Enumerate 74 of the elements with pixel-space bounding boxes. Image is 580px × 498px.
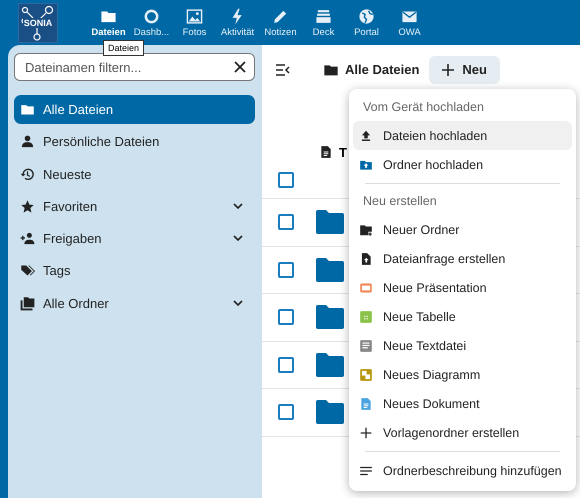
app-tab[interactable]: OWA	[388, 8, 431, 38]
breadcrumb[interactable]: Alle Dateien	[345, 62, 420, 77]
menu-item[interactable]: Dateien hochladen	[353, 121, 572, 150]
menu-item[interactable]: Neue Tabelle	[353, 302, 572, 331]
app-tab[interactable]: Notizen	[259, 8, 302, 38]
star-icon	[20, 198, 35, 214]
circle-icon	[143, 8, 160, 24]
document-icon	[359, 396, 373, 410]
column-header[interactable]: T	[339, 144, 347, 160]
add-person-icon	[20, 231, 35, 246]
tags-icon	[20, 263, 35, 278]
nav-item[interactable]: Alle Dateien	[14, 95, 255, 124]
menu-item[interactable]: Neue Textdatei	[353, 331, 572, 360]
image-icon	[186, 8, 203, 24]
menu-heading: Neu erstellen	[362, 193, 438, 210]
checkbox[interactable]	[278, 404, 294, 420]
menu-item[interactable]: Dateianfrage erstellen	[353, 244, 572, 273]
stack-icon	[315, 8, 332, 24]
plus-icon	[359, 426, 373, 440]
chevron-icon[interactable]	[233, 235, 243, 242]
app-tab[interactable]: Portal	[345, 8, 388, 38]
menu-item[interactable]: Neues Diagramm	[353, 360, 572, 389]
document-icon	[319, 145, 333, 159]
nav-item[interactable]: Neueste	[14, 160, 255, 189]
menu-heading: Vom Gerät hochladen	[362, 99, 485, 116]
folder-icon	[316, 258, 344, 282]
upload-icon	[359, 128, 373, 142]
folders-icon	[20, 296, 35, 311]
checkbox[interactable]	[278, 309, 294, 326]
checkbox[interactable]	[278, 172, 294, 188]
app-tab[interactable]: Fotos	[173, 8, 216, 38]
checkbox[interactable]	[278, 214, 294, 230]
app-tab[interactable]: Deck	[302, 8, 345, 38]
file-upload-icon	[359, 252, 373, 266]
app-tab[interactable]: Aktivität	[216, 8, 259, 38]
filter-box[interactable]: Dateinamen filtern...	[14, 53, 255, 81]
folder-icon	[316, 352, 344, 377]
app-tab[interactable]: Dashb...	[130, 8, 173, 38]
filter-field[interactable]: Dateinamen filtern...	[23, 58, 234, 76]
tooltip: Dateien	[103, 40, 144, 56]
logo[interactable]: SONIA	[18, 2, 58, 42]
person-icon	[20, 134, 35, 150]
history-icon	[20, 166, 35, 182]
globe-icon	[358, 8, 375, 24]
spreadsheet-icon	[359, 310, 373, 324]
logo-text: SONIA	[22, 18, 54, 28]
nav-item[interactable]: Favoriten	[14, 192, 255, 221]
nav-item[interactable]: Persönliche Dateien	[14, 127, 255, 156]
chevron-icon[interactable]	[233, 300, 243, 307]
menu-item[interactable]: Neues Dokument	[353, 389, 572, 418]
menu-item[interactable]: Ordner hochladen	[353, 150, 572, 179]
menu-item[interactable]: Neue Präsentation	[353, 273, 572, 302]
checkbox[interactable]	[278, 262, 294, 278]
folder-icon	[316, 210, 344, 234]
menu-collapse-icon[interactable]	[276, 64, 290, 76]
folder-icon	[316, 400, 344, 424]
checkbox[interactable]	[278, 356, 294, 373]
folder-icon	[316, 305, 344, 330]
menu-item[interactable]: Ordnerbeschreibung hinzufügen	[353, 456, 572, 485]
close-icon[interactable]	[234, 61, 246, 73]
presentation-icon	[359, 280, 373, 294]
nav-item[interactable]: Alle Ordner	[14, 288, 255, 318]
text-file-icon	[359, 338, 373, 352]
plus-icon	[442, 64, 454, 76]
nav-item[interactable]: Tags	[14, 256, 255, 286]
menu-item[interactable]: Neuer Ordner	[353, 215, 572, 244]
app-tab[interactable]: Dateien	[87, 8, 130, 38]
diagram-icon	[359, 368, 373, 382]
folder-plus-icon	[359, 222, 373, 236]
folder-icon	[20, 102, 35, 117]
menu-item[interactable]: Vorlagenordner erstellen	[353, 418, 572, 447]
new-button[interactable]: Neu	[429, 56, 500, 84]
nav-item[interactable]: Freigaben	[14, 224, 255, 254]
chevron-icon[interactable]	[233, 202, 243, 210]
